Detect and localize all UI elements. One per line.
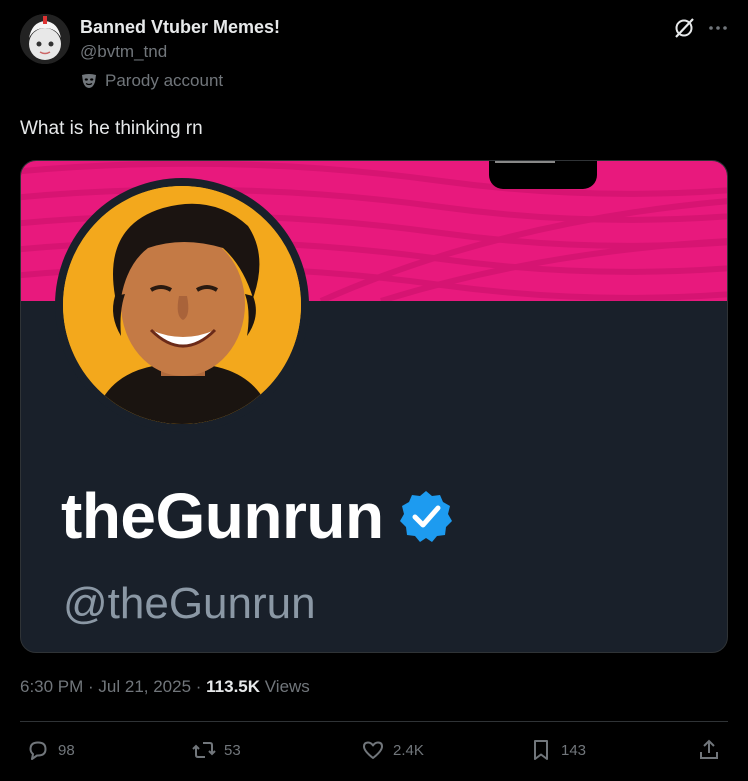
profile-photo [63, 186, 301, 424]
card-name-text: theGunrun [61, 480, 384, 552]
reply-icon [29, 741, 47, 760]
tweet-media[interactable]: theGunrun @theGunrun [20, 160, 728, 653]
tweet-text: What is he thinking rn [20, 118, 203, 139]
tweet-timestamp[interactable]: 6:30 PM · Jul 21, 2025 · [20, 677, 206, 696]
reply-count: 98 [58, 741, 75, 759]
bookmark-count: 143 [561, 741, 587, 759]
card-display-name: theGunrun [61, 479, 454, 553]
reply-button[interactable]: 98 [26, 738, 75, 762]
parody-label: Parody account [105, 71, 224, 90]
divider [20, 721, 728, 722]
share-icon [700, 739, 718, 759]
views-count: 113.5K [206, 677, 261, 696]
tweet-meta: 6:30 PM · Jul 21, 2025 · 113.5K Views [20, 677, 310, 697]
bookmark-button[interactable]: 143 [529, 738, 586, 762]
parody-mask-icon [82, 74, 96, 88]
bookmark-icon [534, 740, 548, 760]
like-count: 2.4K [393, 741, 424, 759]
like-icon [363, 741, 383, 759]
repost-button[interactable]: 53 [192, 738, 241, 762]
notch-line [495, 161, 555, 163]
grok-icon[interactable] [672, 16, 696, 40]
phone-notch [489, 161, 597, 189]
more-icon[interactable] [706, 16, 730, 40]
views-label: Views [260, 677, 310, 696]
author-avatar[interactable] [20, 14, 70, 64]
profile-picture [55, 178, 309, 432]
card-handle: @theGunrun [63, 579, 316, 628]
repost-icon [192, 742, 216, 758]
author-display-name[interactable]: Banned Vtuber Memes! [80, 17, 280, 38]
author-handle[interactable]: @bvtm_tnd [80, 42, 167, 62]
share-button[interactable] [697, 738, 721, 762]
like-button[interactable]: 2.4K [361, 738, 424, 762]
verified-icon [399, 491, 452, 542]
repost-count: 53 [224, 741, 241, 759]
parody-badge: Parody account [80, 71, 223, 91]
